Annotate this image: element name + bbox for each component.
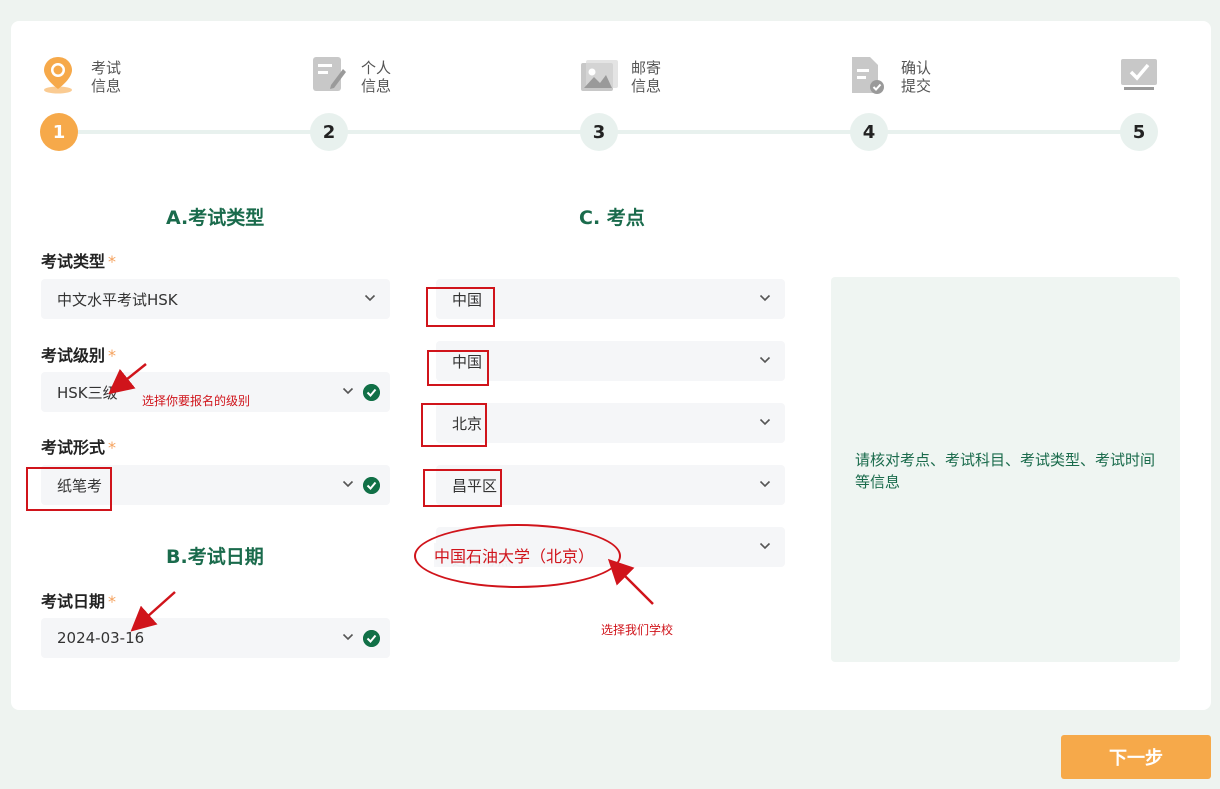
info-panel: 请核对考点、考试科目、考试类型、考试时间等信息: [831, 277, 1180, 662]
chevron-down-icon: [342, 387, 354, 395]
exam-date-select[interactable]: 2024-03-16: [41, 618, 390, 658]
section-a-title: A.考试类型: [166, 207, 265, 229]
exam-type-label: 考试类型 *: [41, 252, 117, 271]
exam-form-label: 考试形式 *: [41, 438, 117, 457]
venue-region-value: 中国: [452, 352, 483, 371]
chevron-down-icon: [759, 294, 771, 302]
annotation-box-region: [427, 350, 489, 386]
exam-date-label: 考试日期 *: [41, 592, 117, 611]
next-step-button[interactable]: 下一步: [1061, 735, 1211, 779]
step-5-circle[interactable]: 5: [1120, 113, 1158, 151]
exam-type-select[interactable]: 中文水平考试HSK: [41, 279, 390, 319]
step-2-circle[interactable]: 2: [310, 113, 348, 151]
annotation-box-city: [421, 403, 487, 447]
chevron-down-icon: [759, 480, 771, 488]
annotation-school-hint: 选择我们学校: [601, 623, 674, 637]
annotation-box-exam-form: [26, 467, 112, 511]
check-circle-icon: [363, 477, 380, 494]
step-2-label: 个人 信息: [361, 59, 392, 95]
chevron-down-icon: [364, 294, 376, 302]
edit-document-icon: [311, 55, 347, 95]
section-c-title: C. 考点: [579, 207, 645, 229]
info-text: 请核对考点、考试科目、考试类型、考试时间等信息: [855, 451, 1156, 491]
chevron-down-icon: [342, 633, 354, 641]
exam-date-value: 2024-03-16: [57, 629, 145, 647]
chevron-down-icon: [759, 418, 771, 426]
venue-city-select[interactable]: 北京: [436, 403, 785, 443]
exam-level-label: 考试级别 *: [41, 346, 117, 365]
step-4-circle[interactable]: 4: [850, 113, 888, 151]
step-1-label: 考试 信息: [91, 59, 122, 95]
annotation-box-country: [426, 287, 495, 327]
section-b-title: B.考试日期: [166, 546, 264, 568]
monitor-check-icon: [1120, 58, 1157, 98]
step-3-circle[interactable]: 3: [580, 113, 618, 151]
step-1-circle[interactable]: 1: [40, 113, 78, 151]
location-pin-icon: [41, 55, 77, 95]
chevron-down-icon: [342, 480, 354, 488]
document-check-icon: [850, 55, 886, 95]
exam-type-value: 中文水平考试HSK: [57, 290, 178, 309]
image-icon: [580, 58, 618, 98]
step-3-label: 邮寄 信息: [631, 59, 662, 95]
annotation-level-hint: 选择你要报名的级别: [142, 394, 251, 408]
check-circle-icon: [363, 630, 380, 647]
venue-country-value: 中国: [452, 290, 483, 309]
chevron-down-icon: [759, 356, 771, 364]
chevron-down-icon: [759, 542, 771, 550]
annotation-box-district: [423, 469, 502, 507]
annotation-school-name: 中国石油大学（北京）: [434, 543, 595, 567]
check-circle-icon: [363, 384, 380, 401]
venue-city-value: 北京: [452, 414, 483, 433]
step-4-label: 确认 提交: [901, 59, 932, 95]
